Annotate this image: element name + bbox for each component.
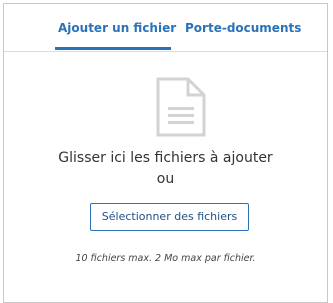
tab-briefcase[interactable]: Porte-documents [185, 21, 301, 35]
tab-bar: Ajouter un fichier Porte-documents [4, 4, 327, 52]
active-tab-indicator [55, 47, 171, 50]
select-files-button[interactable]: Sélectionner des fichiers [90, 203, 249, 231]
document-icon [152, 77, 208, 139]
drop-or-label: ou [156, 171, 175, 187]
upload-limits-note: 10 fichiers max. 2 Mo max par fichier. [75, 253, 256, 264]
tab-add-file[interactable]: Ajouter un fichier [58, 21, 176, 35]
drop-instruction: Glisser ici les fichiers à ajouter [58, 150, 273, 166]
upload-panel: Ajouter un fichier Porte-documents Gliss… [3, 3, 328, 303]
